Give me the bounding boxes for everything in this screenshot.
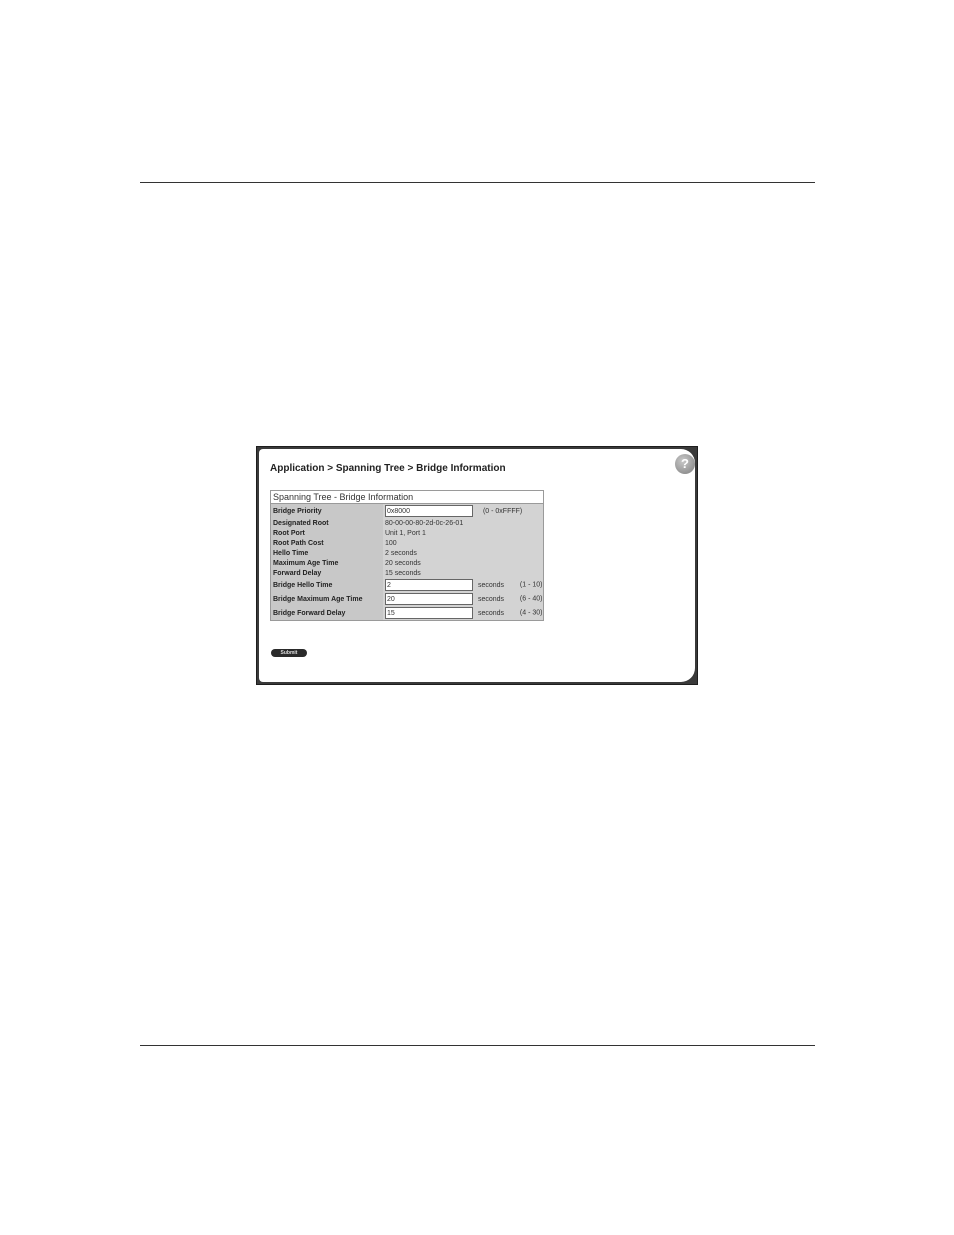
table-title: Spanning Tree - Bridge Information — [270, 490, 544, 503]
root-path-cost-label: Root Path Cost — [270, 538, 383, 548]
table-row: Designated Root 80-00-00-80-2d-0c-26-01 — [270, 518, 544, 528]
forward-delay-value: 15 seconds — [383, 568, 544, 578]
bridge-max-age-time-label: Bridge Maximum Age Time — [270, 592, 383, 606]
root-port-value: Unit 1, Port 1 — [383, 528, 544, 538]
table-row: Forward Delay 15 seconds — [270, 568, 544, 578]
max-age-time-value: 20 seconds — [383, 558, 544, 568]
table-row: Bridge Maximum Age Time seconds (6 - 40) — [270, 592, 544, 606]
submit-button[interactable]: Submit — [271, 649, 307, 657]
table-row: Bridge Forward Delay seconds (4 - 30) — [270, 606, 544, 621]
screenshot-frame: ? Application > Spanning Tree > Bridge I… — [256, 446, 698, 685]
bridge-priority-cell: (0 - 0xFFFF) — [383, 503, 544, 518]
bridge-max-age-time-cell: seconds (6 - 40) — [383, 592, 544, 606]
root-port-label: Root Port — [270, 528, 383, 538]
bridge-max-age-time-input[interactable] — [385, 593, 473, 605]
root-path-cost-value: 100 — [383, 538, 544, 548]
hello-time-value: 2 seconds — [383, 548, 544, 558]
content-panel: ? Application > Spanning Tree > Bridge I… — [259, 449, 695, 682]
table-row: Maximum Age Time 20 seconds — [270, 558, 544, 568]
bridge-information-table: Spanning Tree - Bridge Information Bridg… — [270, 490, 544, 621]
table-row: Root Path Cost 100 — [270, 538, 544, 548]
bridge-forward-delay-cell: seconds (4 - 30) — [383, 606, 544, 621]
table-row: Bridge Hello Time seconds (1 - 10) — [270, 578, 544, 592]
table-row: Bridge Priority (0 - 0xFFFF) — [270, 503, 544, 518]
breadcrumb: Application > Spanning Tree > Bridge Inf… — [270, 463, 506, 474]
bridge-forward-delay-unit: seconds — [477, 609, 505, 617]
bridge-hello-time-cell: seconds (1 - 10) — [383, 578, 544, 592]
top-rule — [140, 182, 815, 183]
bridge-forward-delay-range: (4 - 30) — [519, 609, 543, 617]
bridge-hello-time-input[interactable] — [385, 579, 473, 591]
bridge-max-age-time-unit: seconds — [477, 595, 505, 603]
bridge-max-age-time-range: (6 - 40) — [519, 595, 543, 603]
designated-root-label: Designated Root — [270, 518, 383, 528]
bridge-priority-label: Bridge Priority — [270, 503, 383, 518]
hello-time-label: Hello Time — [270, 548, 383, 558]
designated-root-value: 80-00-00-80-2d-0c-26-01 — [383, 518, 544, 528]
bridge-forward-delay-label: Bridge Forward Delay — [270, 606, 383, 621]
bottom-rule — [140, 1045, 815, 1046]
bridge-hello-time-range: (1 - 10) — [519, 581, 543, 589]
max-age-time-label: Maximum Age Time — [270, 558, 383, 568]
bridge-forward-delay-input[interactable] — [385, 607, 473, 619]
bridge-priority-range: (0 - 0xFFFF) — [482, 507, 523, 515]
bridge-hello-time-label: Bridge Hello Time — [270, 578, 383, 592]
help-icon[interactable]: ? — [675, 454, 695, 474]
forward-delay-label: Forward Delay — [270, 568, 383, 578]
table-row: Root Port Unit 1, Port 1 — [270, 528, 544, 538]
bridge-hello-time-unit: seconds — [477, 581, 505, 589]
bridge-priority-input[interactable] — [385, 505, 473, 517]
table-row: Hello Time 2 seconds — [270, 548, 544, 558]
